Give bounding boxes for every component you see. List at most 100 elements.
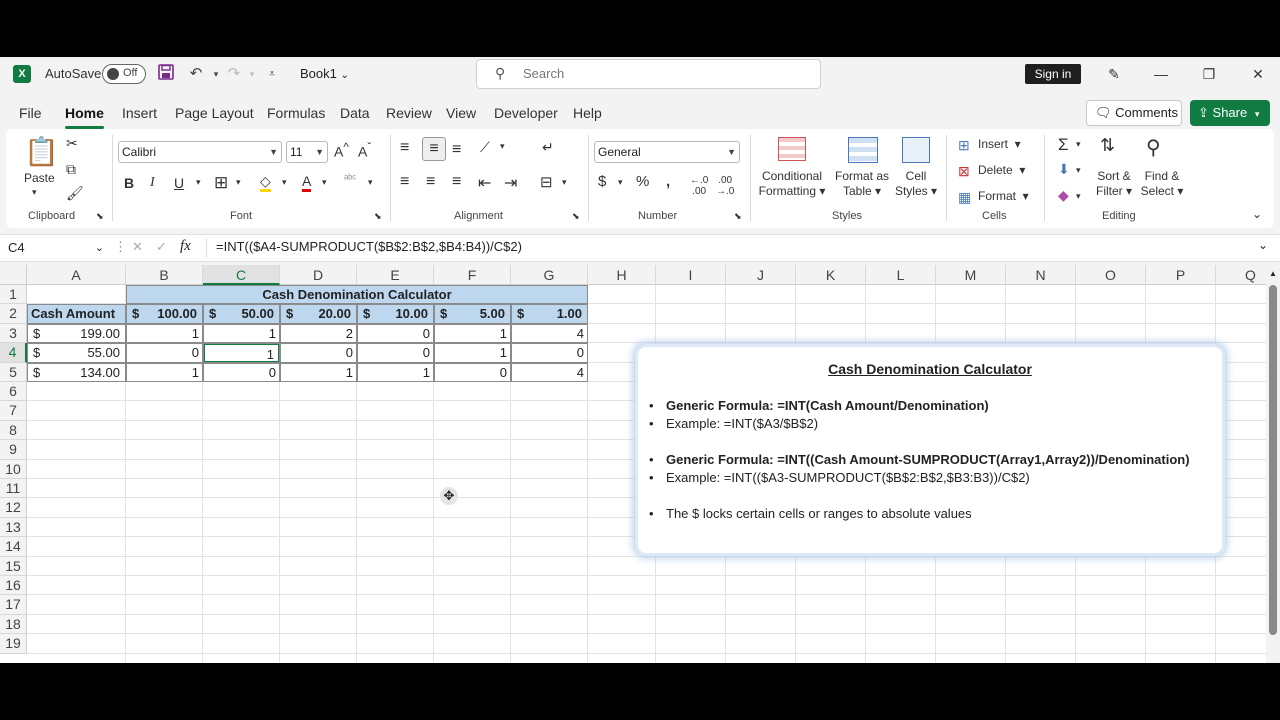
align-left-icon[interactable]: ≡ [400,173,409,191]
row-header-11[interactable]: 11 [0,479,27,499]
column-header-d[interactable]: D [280,265,357,285]
underline-icon[interactable]: U [174,175,184,191]
align-center-icon[interactable]: ≡ [426,173,435,191]
row-header-1[interactable]: 1 [0,285,27,305]
font-size-select[interactable]: 11 ▼ [286,141,328,163]
orientation-icon[interactable]: ⟋ [480,139,490,156]
align-right-icon[interactable]: ≡ [452,173,461,191]
comma-style-icon[interactable]: , [666,173,670,190]
undo-icon[interactable]: ↶ [186,64,206,84]
italic-icon[interactable]: I [150,175,155,191]
formula-input[interactable]: =INT(($A4-SUMPRODUCT($B$2:B$2,$B4:B4))/C… [216,239,522,254]
column-header-a[interactable]: A [27,265,126,285]
row-header-19[interactable]: 19 [0,634,27,654]
decrease-decimal-icon[interactable]: .00 →.0 [716,175,734,197]
column-header-l[interactable]: L [866,265,936,285]
row-header-16[interactable]: 16 [0,576,27,596]
designer-pen-icon[interactable]: ✎ [1102,63,1126,85]
vertical-scrollbar[interactable]: ▲ [1266,265,1280,663]
close-icon[interactable]: ✕ [1246,63,1270,85]
column-header-h[interactable]: H [588,265,656,285]
chevron-down-icon[interactable]: ▾ [236,177,241,188]
cell-styles-label[interactable]: Cell Styles ▾ [894,169,938,199]
column-header-b[interactable]: B [126,265,203,285]
conditional-formatting-label[interactable]: Conditional Formatting ▾ [756,169,828,199]
align-top-icon[interactable]: ≡ [400,139,409,157]
paste-label[interactable]: Paste [24,171,55,186]
fill-color-icon[interactable]: ◇ [260,173,271,192]
expand-formula-icon[interactable]: ⌄ [1258,238,1268,252]
chevron-down-icon[interactable]: ▾ [368,177,373,188]
chevron-down-icon[interactable]: ▾ [1076,191,1081,202]
row-header-7[interactable]: 7 [0,401,27,421]
tab-page-layout[interactable]: Page Layout [175,105,254,121]
delete-cells-icon[interactable]: ⊠ [958,163,970,180]
tab-developer[interactable]: Developer [494,105,558,121]
autosum-icon[interactable]: Σ [1058,135,1069,155]
row-header-2[interactable]: 2 [0,304,27,324]
tab-review[interactable]: Review [386,105,432,121]
info-textbox[interactable]: Cash Denomination Calculator • Generic F… [638,347,1222,553]
chevron-down-icon[interactable]: ▾ [322,177,327,188]
column-header-f[interactable]: F [434,265,511,285]
find-select-label[interactable]: Find & Select ▾ [1140,169,1184,199]
column-header-o[interactable]: O [1076,265,1146,285]
currency-icon[interactable]: $ [598,173,606,190]
merge-center-icon[interactable]: ⊟ [540,173,553,191]
column-header-p[interactable]: P [1146,265,1216,285]
copy-icon[interactable]: ⧉ [66,161,76,178]
row-header-17[interactable]: 17 [0,595,27,615]
alignment-launcher-icon[interactable]: ⬊ [572,211,580,222]
enter-icon[interactable]: ✓ [156,239,167,255]
row-header-18[interactable]: 18 [0,614,27,635]
tab-insert[interactable]: Insert [122,105,157,121]
cell-styles-icon[interactable] [902,137,930,163]
sort-filter-label[interactable]: Sort & Filter ▾ [1094,169,1134,199]
increase-indent-icon[interactable]: ⇥ [504,173,517,193]
tab-view[interactable]: View [446,105,476,121]
decrease-font-icon[interactable]: Aˇ [358,141,371,160]
column-header-m[interactable]: M [936,265,1006,285]
share-button[interactable]: ⇪ Share ▾ [1190,100,1270,126]
chevron-down-icon[interactable]: ▾ [562,177,567,188]
chevron-down-icon[interactable]: ▾ [618,177,623,188]
row-header-15[interactable]: 15 [0,556,27,576]
column-header-c[interactable]: C [203,265,280,285]
font-family-select[interactable]: Calibri ▼ [118,141,282,163]
decrease-indent-icon[interactable]: ⇤ [478,173,491,193]
bold-icon[interactable]: B [124,175,134,191]
column-header-g[interactable]: G [511,265,588,285]
column-header-e[interactable]: E [357,265,434,285]
tab-home[interactable]: Home [65,105,104,129]
format-as-table-icon[interactable] [848,137,878,163]
clipboard-launcher-icon[interactable]: ⬊ [96,211,104,222]
font-color-icon[interactable]: A [302,173,312,192]
font-launcher-icon[interactable]: ⬊ [374,211,382,222]
column-header-j[interactable]: J [726,265,796,285]
format-cells-icon[interactable]: ▦ [958,189,971,206]
row-header-14[interactable]: 14 [0,537,27,557]
row-header-9[interactable]: 9 [0,440,27,460]
undo-dropdown-icon[interactable]: ▾ [206,64,226,84]
restore-icon[interactable]: ❐ [1197,63,1221,85]
tab-help[interactable]: Help [573,105,602,121]
column-header-n[interactable]: N [1006,265,1076,285]
insert-cells-label[interactable]: Insert ▾ [978,137,1021,152]
chevron-down-icon[interactable]: ▾ [500,141,505,152]
autosave-toggle[interactable]: Off [102,64,146,84]
row-header-4[interactable]: 4 [0,343,27,363]
sign-in-button[interactable]: Sign in [1025,64,1081,84]
column-header-q[interactable]: Q [1216,265,1266,285]
redo-dropdown-icon[interactable]: ▾ [242,64,262,84]
align-middle-icon[interactable]: ≡ [422,137,446,161]
scroll-up-icon[interactable]: ▲ [1269,269,1277,278]
find-select-icon[interactable]: ⚲ [1146,135,1161,160]
wrap-text-icon[interactable]: ↵ [542,139,554,156]
search-box[interactable]: ⚲ [476,59,821,89]
cut-icon[interactable]: ✂ [66,135,78,152]
chevron-down-icon[interactable]: ▾ [196,177,201,188]
percent-icon[interactable]: % [636,173,649,190]
name-box[interactable]: C4 ⌄ [4,237,108,259]
format-as-table-label[interactable]: Format as Table ▾ [832,169,892,199]
row-header-10[interactable]: 10 [0,459,27,479]
